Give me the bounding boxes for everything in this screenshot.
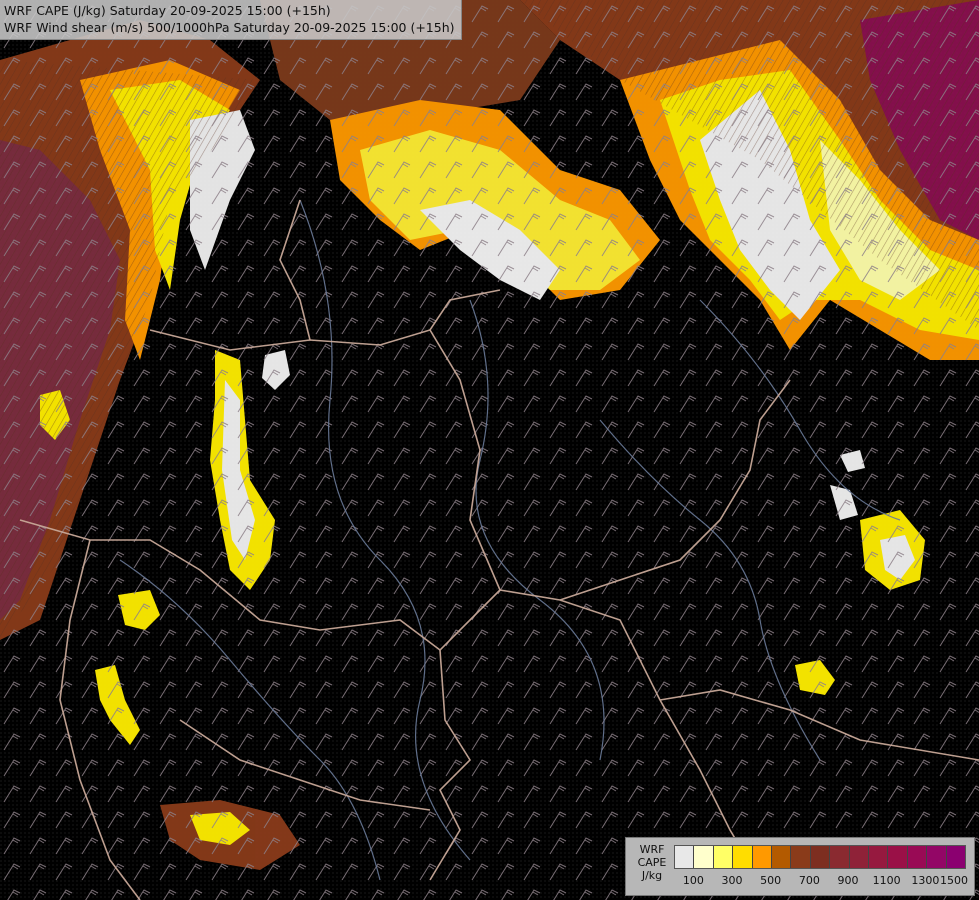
legend-swatch xyxy=(675,846,695,868)
legend-tick-label: 300 xyxy=(721,874,743,887)
title-cape: WRF CAPE (J/kg) Saturday 20-09-2025 15:0… xyxy=(4,3,331,18)
legend-tick-label: 1100 xyxy=(872,874,901,887)
forecast-map[interactable] xyxy=(0,0,979,900)
legend-swatch xyxy=(694,846,714,868)
title-wind-shear: WRF Wind shear (m/s) 500/1000hPa Saturda… xyxy=(4,20,455,35)
legend-label-cape: CAPE xyxy=(637,856,667,869)
legend-swatch xyxy=(869,846,889,868)
legend-swatch xyxy=(810,846,831,868)
legend-ticks: 100 300 500 700 900 1100 1300 1500 xyxy=(674,874,968,888)
wind-barbs-layer xyxy=(0,0,979,900)
legend-colorbar xyxy=(674,845,966,869)
map-title-box: WRF CAPE (J/kg) Saturday 20-09-2025 15:0… xyxy=(0,0,462,40)
legend-tick-label: 100 xyxy=(682,874,704,887)
legend-swatch xyxy=(772,846,792,868)
legend-swatch xyxy=(946,846,966,868)
legend-swatch xyxy=(888,846,908,868)
legend-swatch xyxy=(752,846,773,868)
legend-swatch xyxy=(713,846,734,868)
legend-tick-label: 1300 xyxy=(911,874,940,887)
legend-swatch xyxy=(907,846,928,868)
legend-swatch xyxy=(927,846,947,868)
legend-label-wrf: WRF xyxy=(639,843,665,856)
legend-swatch xyxy=(830,846,850,868)
legend-tick-label: 500 xyxy=(760,874,782,887)
legend-label: WRF CAPE J/kg xyxy=(632,843,672,882)
cape-legend: WRF CAPE J/kg 100 300 500 700 900 1100 1300 150… xyxy=(625,837,975,896)
legend-tick-label: 700 xyxy=(798,874,820,887)
legend-tick-label: 900 xyxy=(837,874,859,887)
legend-swatch xyxy=(849,846,870,868)
legend-swatch xyxy=(733,846,753,868)
legend-tick-label: 1500 xyxy=(940,874,968,887)
legend-label-unit: J/kg xyxy=(641,869,663,882)
legend-swatch xyxy=(791,846,811,868)
